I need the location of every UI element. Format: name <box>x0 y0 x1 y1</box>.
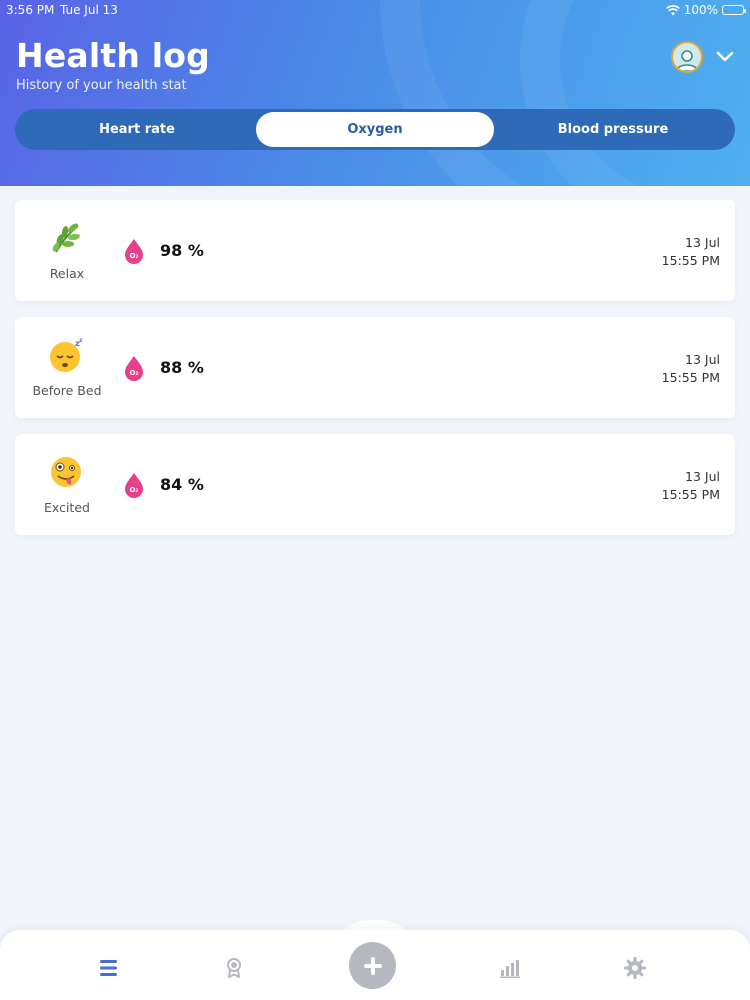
svg-text:O₂: O₂ <box>129 369 138 377</box>
entry-time: 15:55 PM <box>661 370 720 385</box>
battery-percent: 100% <box>683 3 718 17</box>
tab-bar: Heart rate Oxygen Blood pressure <box>15 109 735 150</box>
tab-oxygen[interactable]: Oxygen <box>256 112 494 147</box>
svg-text:O₂: O₂ <box>129 486 138 494</box>
entry-timestamp: 13 Jul 15:55 PM <box>662 468 720 504</box>
chevron-down-icon[interactable] <box>714 45 736 67</box>
oxygen-drop-icon: O₂ <box>125 473 143 498</box>
status-right: 100% <box>665 3 746 17</box>
bar-chart-icon[interactable] <box>498 956 522 980</box>
oxygen-drop-icon: O₂ <box>125 239 143 264</box>
zany-face-icon <box>51 457 81 487</box>
tab-blood-pressure[interactable]: Blood pressure <box>494 112 732 147</box>
oxygen-value: 84 % <box>160 475 204 494</box>
page-title: Health log <box>16 36 210 75</box>
list-item[interactable]: Relax O₂ 98 % 13 Jul 15:55 PM <box>15 200 735 301</box>
entry-date: 13 Jul <box>685 352 720 367</box>
tab-heart-rate[interactable]: Heart rate <box>18 112 256 147</box>
add-button[interactable] <box>349 942 396 989</box>
herb-icon <box>52 223 80 253</box>
page-subtitle: History of your health stat <box>16 78 187 93</box>
award-icon[interactable] <box>222 956 246 980</box>
entry-date: 13 Jul <box>685 235 720 250</box>
gear-icon[interactable] <box>623 956 647 980</box>
list-icon[interactable] <box>97 956 121 980</box>
mood-label: Relax <box>49 266 85 281</box>
svg-text:z: z <box>79 337 83 344</box>
entry-timestamp: 13 Jul 15:55 PM <box>662 234 720 270</box>
entry-list: Relax O₂ 98 % 13 Jul 15:55 PM z z Before… <box>15 200 735 551</box>
user-avatar-icon[interactable] <box>671 41 703 73</box>
status-time: 3:56 PM <box>6 3 55 17</box>
status-bar: 3:56 PM Tue Jul 13 100% <box>0 0 750 20</box>
oxygen-drop-icon: O₂ <box>125 356 143 381</box>
wifi-icon <box>665 4 680 15</box>
entry-time: 15:55 PM <box>661 253 720 268</box>
list-item[interactable]: z z Before Bed O₂ 88 % 13 Jul 15:55 PM <box>15 317 735 418</box>
add-icon <box>363 956 382 975</box>
oxygen-value: 88 % <box>160 358 204 377</box>
status-date: Tue Jul 13 <box>60 3 118 17</box>
mood-label: Excited <box>44 500 90 515</box>
sleepy-face-icon: z z <box>50 337 83 372</box>
mood-label: Before Bed <box>32 383 102 398</box>
entry-time: 15:55 PM <box>661 487 720 502</box>
entry-timestamp: 13 Jul 15:55 PM <box>662 351 720 387</box>
entry-date: 13 Jul <box>685 469 720 484</box>
svg-text:O₂: O₂ <box>129 252 138 260</box>
header: 3:56 PM Tue Jul 13 100% Health log Histo… <box>0 0 750 186</box>
oxygen-value: 98 % <box>160 241 204 260</box>
list-item[interactable]: Excited O₂ 84 % 13 Jul 15:55 PM <box>15 434 735 535</box>
battery-icon <box>722 5 746 15</box>
